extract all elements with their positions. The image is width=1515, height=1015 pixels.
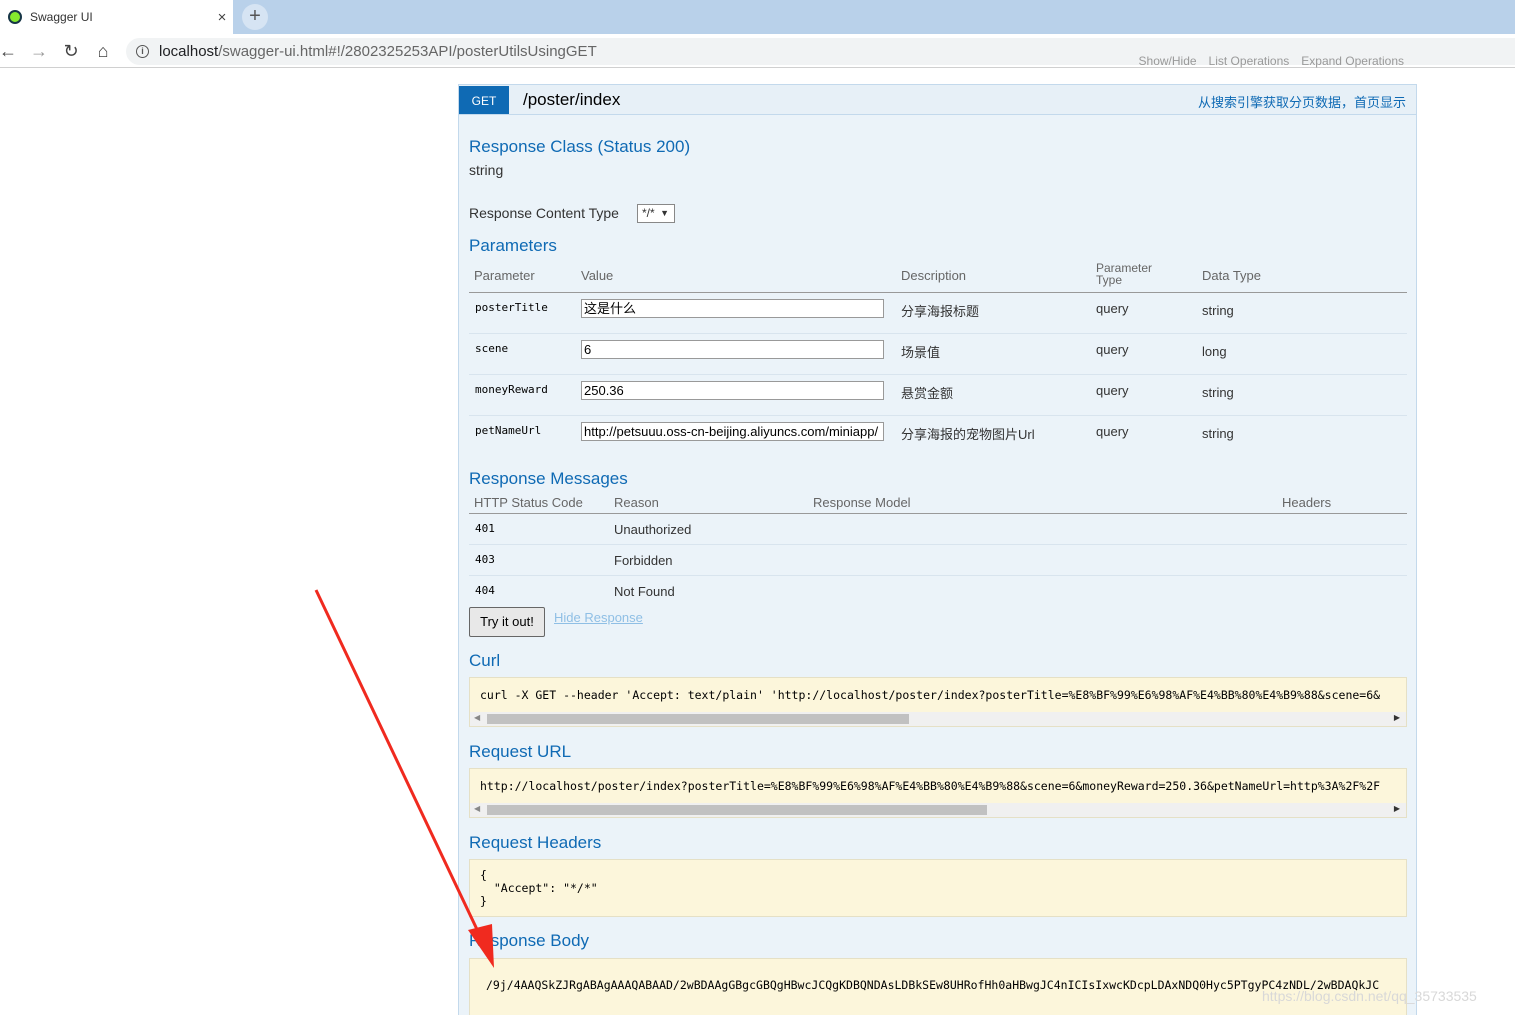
param-col-value: Value [581,268,614,283]
tab-close-icon[interactable]: × [211,9,233,26]
param-col-type-line2: Type [1096,273,1123,287]
response-messages-heading: Response Messages [469,469,628,488]
param-description: 场景值 [901,345,941,360]
request-headers-heading: Request Headers [469,833,602,852]
curl-heading: Curl [469,651,501,670]
request-url-scroll-thumb[interactable] [487,805,987,815]
browser-tab-bar: Swagger UI × + [0,0,1515,34]
status-reason: Unauthorized [614,522,692,537]
scroll-left-icon[interactable]: ◀ [474,713,480,722]
param-col-type: Parameter Type [1096,262,1152,286]
response-body-block[interactable]: /9j/4AAQSkZJRgABAgAAAQABAAD/2wBDAAgGBgcG… [469,958,1407,1015]
param-value-input[interactable]: http://petsuuu.oss-cn-beijing.aliyuncs.c… [581,422,884,441]
row-divider [469,544,1407,545]
swagger-favicon-icon [8,10,22,24]
param-description: 分享海报的宠物图片Url [901,427,1035,442]
content-type-label: Response Content Type [469,205,619,221]
row-divider [469,415,1407,416]
http-method-badge[interactable]: GET [459,86,509,114]
resp-col-headers: Headers [1282,495,1332,510]
content-type-select[interactable]: */* ▼ [637,204,675,223]
response-body-heading: Response Body [469,931,590,950]
response-body-text: /9j/4AAQSkZJRgABAgAAAQABAAD/2wBDAAgGBgcG… [486,978,1380,992]
operation-heading[interactable]: GET /poster/index 从搜索引擎获取分页数据，首页显示 [459,85,1416,115]
response-class-type: string [469,162,504,178]
parameters-heading: Parameters [469,236,557,255]
status-reason: Not Found [614,584,675,599]
status-reason: Forbidden [614,553,673,568]
request-headers-block: { "Accept": "*/*" } [469,859,1407,917]
param-col-description: Description [901,268,967,283]
param-description: 分享海报标题 [901,304,980,319]
try-it-out-button[interactable]: Try it out! [469,607,545,637]
param-data-type: string [1202,303,1234,318]
list-operations-link[interactable]: List Operations [1209,56,1290,68]
param-data-type: long [1202,344,1227,359]
request-headers-line: "Accept": "*/*" [480,881,598,895]
home-icon[interactable]: ⌂ [91,39,115,63]
status-code: 401 [475,522,495,535]
api-section-header: Show/Hide List Operations Expand Operati… [458,56,1416,72]
request-url-block[interactable]: http://localhost/poster/index?posterTitl… [469,768,1407,818]
param-description: 悬赏金额 [901,386,954,401]
request-url-heading: Request URL [469,742,572,761]
scroll-right-icon[interactable]: ▶ [1394,804,1400,813]
param-value-input[interactable]: 6 [581,340,884,359]
response-class-heading: Response Class (Status 200) [469,137,691,156]
browser-tab[interactable]: Swagger UI × [0,0,233,34]
scroll-right-icon[interactable]: ▶ [1394,713,1400,722]
param-header-divider [469,292,1407,293]
param-col-data-type: Data Type [1202,268,1262,283]
url-host: localhost [159,43,219,60]
param-type: query [1096,301,1129,316]
param-name: moneyReward [475,383,548,396]
resp-col-model: Response Model [813,495,911,510]
request-headers-line: { [480,868,487,882]
watermark: https://blog.csdn.net/qq_35733535 [1262,988,1477,1004]
param-data-type: string [1202,426,1234,441]
resp-col-code: HTTP Status Code [474,495,583,510]
status-code: 403 [475,553,495,566]
operation-panel: GET /poster/index 从搜索引擎获取分页数据，首页显示 Respo… [458,84,1417,1015]
tab-title: Swagger UI [30,10,93,24]
request-url-scrollbar[interactable]: ◀ ▶ [470,803,1406,817]
request-url-text: http://localhost/poster/index?posterTitl… [480,779,1381,793]
operation-summary[interactable]: 从搜索引擎获取分页数据，首页显示 [1198,92,1406,111]
row-divider [469,575,1407,576]
row-divider [469,333,1407,334]
curl-command: curl -X GET --header 'Accept: text/plain… [480,688,1381,702]
param-type: query [1096,342,1129,357]
curl-code-block[interactable]: curl -X GET --header 'Accept: text/plain… [469,677,1407,727]
curl-scrollbar[interactable]: ◀ ▶ [470,712,1406,726]
resp-col-reason: Reason [614,495,659,510]
operation-path[interactable]: /poster/index [523,90,620,110]
status-code: 404 [475,584,495,597]
param-value-input[interactable]: 这是什么 [581,299,884,318]
dropdown-arrow-icon: ▼ [660,208,669,218]
param-name: posterTitle [475,301,548,314]
forward-arrow-icon[interactable]: → [27,39,51,63]
request-headers-line: } [480,894,487,908]
back-arrow-icon[interactable]: ← [0,39,20,63]
row-divider [469,374,1407,375]
param-type: query [1096,383,1129,398]
param-value-input[interactable]: 250.36 [581,381,884,400]
scroll-left-icon[interactable]: ◀ [474,804,480,813]
param-type: query [1096,424,1129,439]
expand-operations-link[interactable]: Expand Operations [1301,56,1404,68]
hide-response-link[interactable]: Hide Response [554,610,643,625]
site-info-icon[interactable]: i [136,45,149,58]
reload-icon[interactable]: ↻ [59,39,83,63]
curl-scroll-thumb[interactable] [487,714,909,724]
content-type-value: */* [642,206,655,220]
param-data-type: string [1202,385,1234,400]
api-section-links: Show/Hide List Operations Expand Operati… [1139,56,1404,68]
new-tab-button[interactable]: + [242,4,268,30]
show-hide-link[interactable]: Show/Hide [1139,56,1197,68]
param-name: scene [475,342,509,355]
param-name: petNameUrl [475,424,542,437]
param-col-parameter: Parameter [474,268,535,283]
resp-header-divider [469,513,1407,514]
